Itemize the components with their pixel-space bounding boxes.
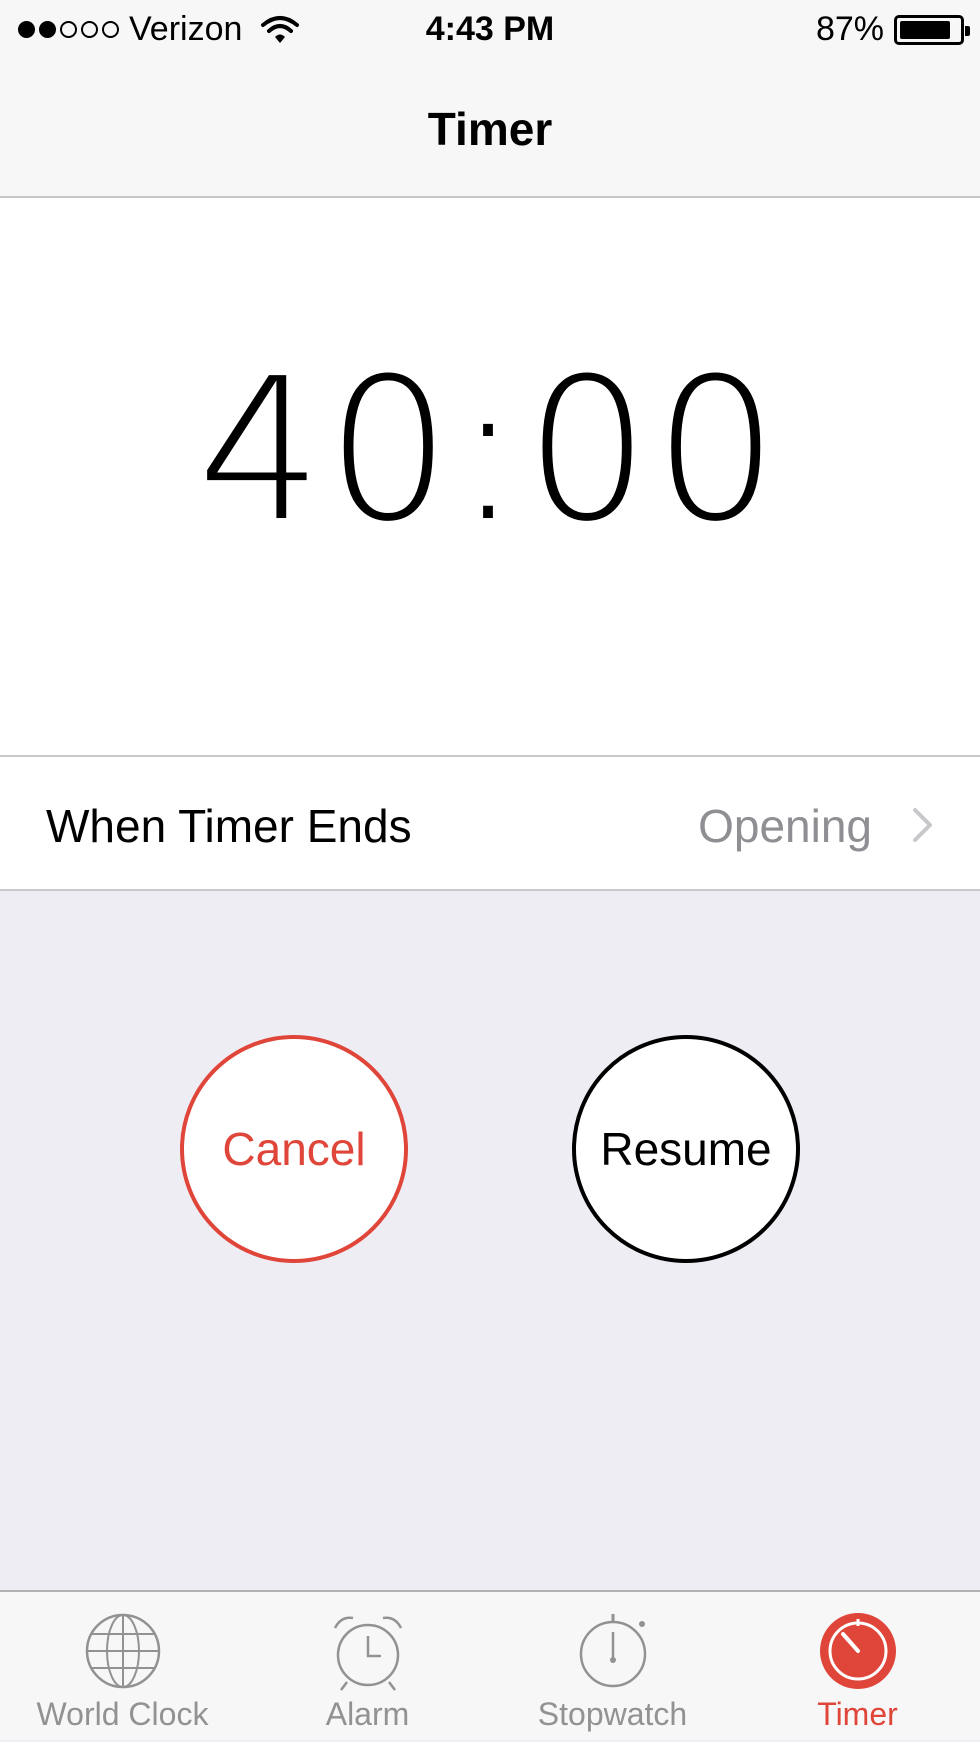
- tab-label-timer: Timer: [817, 1696, 898, 1732]
- tab-label-world-clock: World Clock: [36, 1696, 209, 1732]
- status-bar: Verizon 4:43 PM 87%: [0, 0, 980, 64]
- tab-alarm[interactable]: Alarm: [245, 1592, 490, 1742]
- battery-percent: 87%: [815, 10, 884, 48]
- resume-button[interactable]: Resume: [572, 1035, 800, 1263]
- timer-sound-value: Opening: [698, 800, 872, 852]
- tab-label-stopwatch: Stopwatch: [537, 1696, 688, 1732]
- tab-stopwatch[interactable]: Stopwatch: [490, 1592, 735, 1742]
- when-timer-ends-row[interactable]: When Timer Ends Opening: [0, 757, 980, 891]
- battery-icon: [894, 14, 970, 45]
- cancel-button[interactable]: Cancel: [180, 1035, 408, 1263]
- tab-timer[interactable]: Timer: [735, 1592, 980, 1742]
- page-title: Timer: [427, 103, 553, 155]
- stopwatch-icon: [579, 1614, 647, 1688]
- tab-world-clock[interactable]: World Clock: [0, 1592, 245, 1742]
- timer-icon: [820, 1613, 896, 1689]
- battery-status: 87%: [815, 10, 970, 49]
- chevron-right-icon: [913, 808, 932, 842]
- alarm-clock-icon: [333, 1616, 403, 1691]
- globe-icon: [85, 1613, 161, 1689]
- navigation-bar: Timer: [0, 64, 980, 198]
- timer-area: 40:00: [0, 198, 980, 757]
- battery-fill: [900, 20, 951, 39]
- tab-bar: World Clock Alarm Stopwatch Timer: [0, 1590, 980, 1740]
- when-timer-ends-label: When Timer Ends: [46, 800, 412, 852]
- tab-label-alarm: Alarm: [325, 1696, 410, 1732]
- timer-countdown: 40:00: [197, 337, 783, 565]
